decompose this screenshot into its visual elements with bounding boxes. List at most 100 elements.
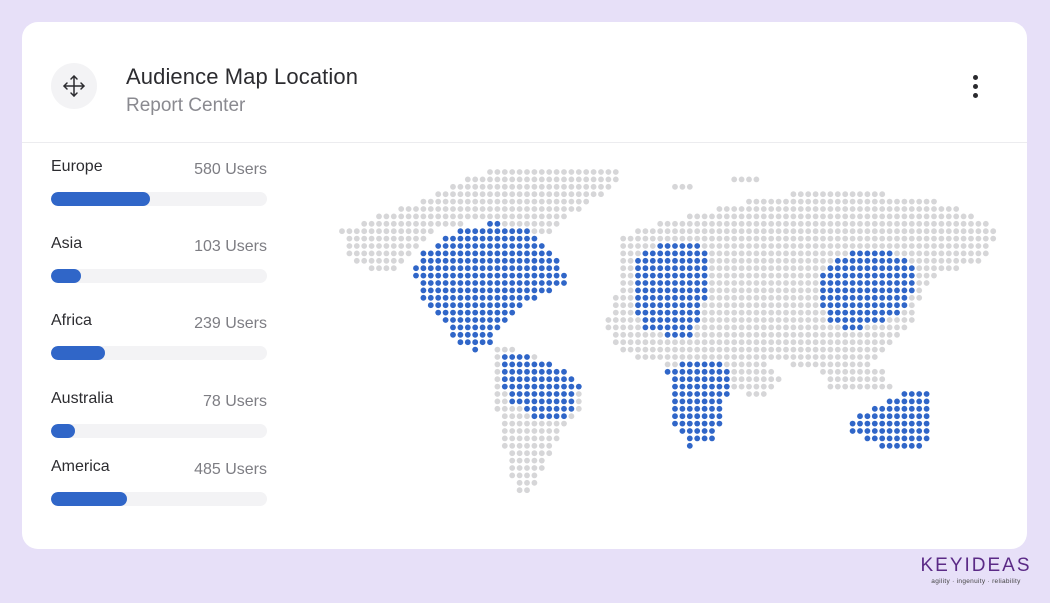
map-dot — [531, 472, 538, 479]
map-dot — [516, 183, 523, 190]
map-dot — [509, 176, 516, 183]
map-dot — [760, 243, 767, 249]
map-dot — [642, 339, 649, 346]
map-dot — [960, 228, 967, 235]
map-dot-highlight — [501, 354, 508, 360]
map-dot — [842, 339, 849, 346]
map-dot-highlight — [635, 265, 641, 272]
map-dot-highlight — [672, 294, 678, 301]
map-dot — [664, 220, 671, 227]
map-dot — [709, 280, 715, 286]
map-dot — [561, 176, 567, 183]
progress-fill — [51, 192, 151, 206]
map-dot — [938, 265, 945, 272]
map-dot — [842, 198, 849, 205]
map-dot — [538, 198, 545, 205]
map-dot-highlight — [635, 302, 641, 309]
map-dot-highlight — [686, 294, 693, 301]
map-dot — [738, 287, 745, 294]
map-dot-highlight — [642, 272, 649, 279]
map-dot — [738, 220, 745, 227]
map-dot — [657, 354, 664, 360]
map-dot — [494, 368, 501, 375]
map-dot — [612, 317, 619, 323]
map-dot — [857, 354, 863, 360]
map-dot — [427, 198, 434, 205]
map-dot — [509, 472, 516, 479]
map-dot-highlight — [642, 309, 649, 316]
map-dot — [531, 169, 538, 175]
map-dot-highlight — [849, 280, 856, 286]
map-dot — [398, 228, 405, 235]
map-dot-highlight — [657, 294, 664, 301]
map-dot — [938, 257, 945, 264]
map-dot — [516, 442, 523, 449]
map-dot — [627, 265, 634, 272]
map-dot — [509, 420, 516, 427]
map-dot — [797, 228, 804, 235]
map-dot — [931, 220, 937, 227]
map-dot — [783, 243, 789, 249]
map-dot-highlight — [709, 428, 715, 434]
map-dot — [871, 331, 878, 338]
map-dot — [894, 235, 900, 242]
map-dot — [834, 250, 841, 257]
map-dot — [864, 243, 871, 249]
map-dot — [812, 198, 819, 205]
map-dot — [812, 206, 819, 212]
map-dot-highlight — [879, 309, 886, 316]
map-dot — [820, 206, 826, 212]
map-dot — [546, 450, 553, 457]
map-dot-highlight — [901, 435, 908, 442]
map-dot — [701, 354, 708, 360]
map-dot — [368, 257, 375, 264]
map-dot — [968, 235, 974, 242]
map-dot-highlight — [450, 280, 456, 286]
map-dot — [916, 198, 923, 205]
map-dot — [923, 280, 930, 286]
map-dot-highlight — [479, 309, 486, 316]
map-dot — [931, 235, 937, 242]
map-dot — [945, 235, 952, 242]
map-dot-highlight — [649, 272, 656, 279]
map-dot — [709, 346, 715, 353]
map-dot — [524, 413, 530, 420]
map-dot — [427, 228, 434, 235]
map-dot — [738, 339, 745, 346]
map-dot — [509, 213, 516, 220]
map-dot — [753, 346, 760, 353]
map-dot — [768, 346, 775, 353]
map-dot — [820, 346, 826, 353]
map-dot — [568, 413, 575, 420]
map-dot — [797, 317, 804, 323]
map-dot — [657, 220, 664, 227]
map-dot-highlight — [457, 265, 464, 272]
map-dot — [760, 235, 767, 242]
map-dot-highlight — [487, 257, 493, 264]
map-dot-highlight — [664, 287, 671, 294]
map-dot-highlight — [672, 257, 678, 264]
map-dot — [753, 309, 760, 316]
map-dot — [590, 169, 597, 175]
map-dot — [524, 450, 530, 457]
map-dot — [546, 176, 553, 183]
map-dot — [353, 257, 360, 264]
map-dot-highlight — [450, 302, 456, 309]
map-dot — [531, 213, 538, 220]
map-dot-highlight — [442, 287, 449, 294]
map-dot — [753, 368, 760, 375]
map-dot-highlight — [820, 272, 826, 279]
map-dot — [353, 228, 360, 235]
map-dot — [768, 317, 775, 323]
kebab-menu-icon[interactable] — [962, 70, 988, 102]
move-button[interactable] — [51, 63, 97, 109]
map-dot-highlight — [472, 272, 479, 279]
map-dot — [635, 228, 641, 235]
map-dot-highlight — [672, 280, 678, 286]
map-dot — [849, 383, 856, 390]
map-dot — [849, 376, 856, 383]
map-dot-highlight — [531, 361, 538, 368]
map-dot — [472, 183, 479, 190]
map-dot — [494, 191, 501, 198]
map-dot — [827, 361, 834, 368]
